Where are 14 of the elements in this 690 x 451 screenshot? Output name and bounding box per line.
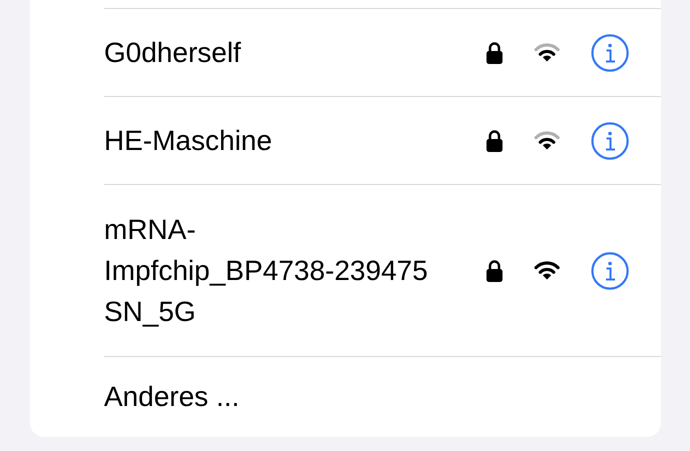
lock-icon	[486, 260, 503, 282]
info-button[interactable]	[591, 34, 629, 72]
network-name: mRNA- Impfchip_BP4738-239475 SN_5G	[104, 213, 429, 329]
network-name: G0dherself	[104, 36, 242, 70]
network-name: HE-Maschine	[104, 124, 274, 158]
network-row[interactable]: HE-Maschine	[104, 96, 661, 184]
network-row[interactable]: G0dherself	[104, 8, 661, 96]
lock-icon	[486, 130, 503, 152]
info-button[interactable]	[591, 122, 629, 160]
other-network-row[interactable]: Anderes ...	[104, 356, 661, 436]
network-row[interactable]: mRNA- Impfchip_BP4738-239475 SN_5G	[104, 184, 661, 356]
lock-icon	[486, 42, 503, 64]
other-network-label: Anderes ...	[104, 380, 240, 412]
info-button[interactable]	[591, 252, 629, 290]
